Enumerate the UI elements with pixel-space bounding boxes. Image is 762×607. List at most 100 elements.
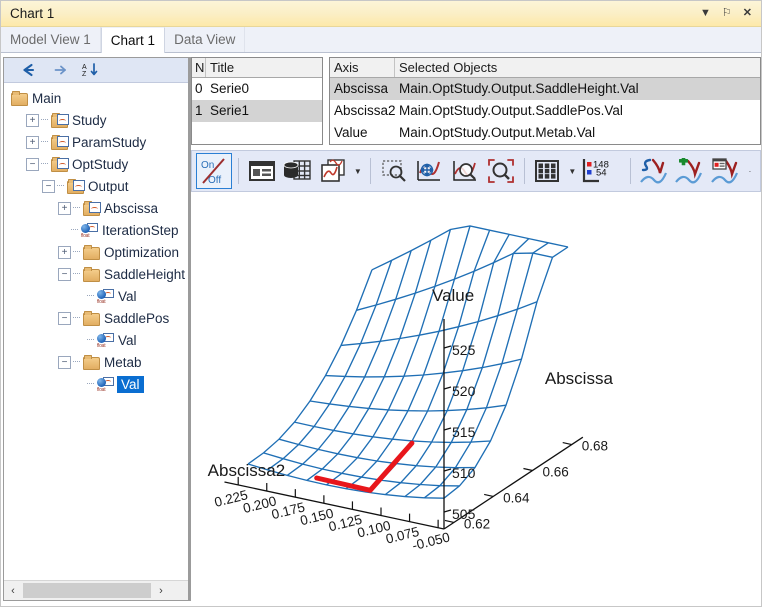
tree-expander-icon[interactable]: − <box>58 267 71 281</box>
tree-horizontal-scrollbar[interactable]: ‹ › <box>4 580 188 600</box>
tree-item-paramstudy[interactable]: + ParamStudy <box>4 131 188 153</box>
folder-chart-icon <box>50 156 69 172</box>
mesh-line-v <box>267 260 393 471</box>
axis-grid-header: Axis Selected Objects <box>330 58 760 78</box>
series-index: 1 <box>195 103 203 118</box>
abscissa-tick <box>523 467 533 472</box>
axis-name: Abscissa2 <box>334 103 395 118</box>
chart-badge-icon <box>57 113 69 125</box>
tree-item-iterationstep[interactable]: float IterationStep <box>4 219 188 241</box>
grid-toggle-button[interactable] <box>531 154 565 188</box>
folder-icon <box>82 266 100 282</box>
pan-chart-button[interactable] <box>412 154 446 188</box>
serie1-path[interactable] <box>314 440 415 493</box>
zoom-window-button[interactable] <box>448 154 482 188</box>
tree-item-label: Optimization <box>104 244 180 260</box>
table-row[interactable]: 0 Serie0 <box>192 78 322 100</box>
tree-expander-icon[interactable]: + <box>26 113 39 127</box>
tree-item-saddleheight[interactable]: − SaddleHeight <box>4 263 188 285</box>
copy-chart-button[interactable] <box>316 154 350 188</box>
tree-expander-icon[interactable]: + <box>58 201 71 215</box>
dropdown-icon[interactable]: ▼ <box>700 8 711 19</box>
tree-item-metab[interactable]: − Metab <box>4 351 188 373</box>
chart-badge-icon <box>57 157 69 169</box>
tree-expander-icon[interactable]: + <box>58 245 71 259</box>
abscissa-tick <box>484 493 494 498</box>
column-header-axis: Axis <box>330 58 395 77</box>
value-tick <box>443 468 452 472</box>
tree-item-main[interactable]: Main <box>4 87 188 109</box>
tree-item-label: Metab <box>104 354 142 370</box>
column-header-selected-objects: Selected Objects <box>399 60 498 75</box>
value-tick <box>443 427 452 431</box>
tree-connector <box>41 119 48 121</box>
float-sphere-glyph <box>97 333 106 343</box>
legend-counts-button[interactable]: 148 54 <box>580 154 624 188</box>
tree-expander-icon[interactable]: − <box>26 157 39 171</box>
chart-badge-icon <box>73 179 85 191</box>
tree-item-output[interactable]: − Output <box>4 175 188 197</box>
axis-object-path: Main.OptStudy.Output.Metab.Val <box>399 125 596 140</box>
surface-mesh <box>247 225 569 499</box>
edit-curve-button[interactable] <box>637 154 671 188</box>
value-tick-label: 525 <box>452 342 476 358</box>
tab-model-view-1[interactable]: Model View 1 <box>1 27 101 52</box>
float-variable-icon: float <box>96 288 114 305</box>
chart-badge-icon <box>57 135 69 147</box>
object-tree[interactable]: Main + Study + ParamStudy − OptStudy − Output + Ab… <box>4 83 188 580</box>
curve-properties-button[interactable] <box>708 154 742 188</box>
tree-expander-icon[interactable]: − <box>42 179 55 193</box>
chevron-down-icon[interactable]: ▼ <box>566 154 578 188</box>
scroll-right-icon[interactable]: › <box>152 581 170 600</box>
add-curve-button[interactable] <box>673 154 707 188</box>
tree-item-val[interactable]: float Val <box>4 373 188 395</box>
scroll-left-icon[interactable]: ‹ <box>4 581 22 600</box>
tab-data-view[interactable]: Data View <box>165 27 246 52</box>
tree-item-optstudy[interactable]: − OptStudy <box>4 153 188 175</box>
surface-plot-3d[interactable]: -0.0500.0750.1000.1250.1500.1750.2000.22… <box>191 197 761 585</box>
series-grid[interactable]: N Title 0 Serie0 1 Serie1 <box>191 57 323 145</box>
tree-item-val[interactable]: float Val <box>4 329 188 351</box>
forward-arrow-icon[interactable] <box>51 62 68 79</box>
scroll-thumb[interactable] <box>23 583 151 598</box>
tree-expander-icon[interactable]: + <box>26 135 39 149</box>
table-row[interactable]: Abscissa Main.OptStudy.Output.SaddleHeig… <box>330 78 760 100</box>
float-type-label: float <box>97 298 106 305</box>
value-tick <box>443 509 452 513</box>
on-off-toggle-button[interactable]: On Off <box>196 153 232 189</box>
axis-grid[interactable]: Axis Selected Objects Abscissa Main.OptS… <box>329 57 761 145</box>
window-controls: ▼ ⚐ ✕ <box>700 8 761 19</box>
sort-az-icon[interactable]: A Z <box>82 62 99 79</box>
data-source-button[interactable] <box>280 154 314 188</box>
axis-object-path: Main.OptStudy.Output.SaddleHeight.Val <box>399 81 639 96</box>
folder-shape <box>83 244 100 260</box>
tree-expander-icon[interactable]: − <box>58 355 71 369</box>
tree-item-saddlepos[interactable]: − SaddlePos <box>4 307 188 329</box>
tree-item-val[interactable]: float Val <box>4 285 188 307</box>
back-arrow-icon[interactable] <box>20 62 37 79</box>
tab-chart-1[interactable]: Chart 1 <box>100 27 166 53</box>
zoom-select-button[interactable] <box>377 154 411 188</box>
close-icon[interactable]: ✕ <box>743 8 752 19</box>
table-row[interactable]: 1 Serie1 <box>192 100 322 122</box>
tree-item-abscissa[interactable]: + Abscissa <box>4 197 188 219</box>
table-row[interactable]: Abscissa2 Main.OptStudy.Output.SaddlePos… <box>330 100 760 122</box>
tree-connector <box>87 339 94 341</box>
tree-item-optimization[interactable]: + Optimization <box>4 241 188 263</box>
chart-canvas[interactable]: -0.050 0.075 0.100 0.125 0.150 0.175 0.200 0.22… <box>191 197 761 585</box>
pin-icon[interactable]: ⚐ <box>722 8 732 19</box>
tree-item-label: Abscissa <box>104 200 159 216</box>
abscissa-tick-label: 0.66 <box>542 465 568 480</box>
chart-properties-button[interactable] <box>245 154 279 188</box>
toolbar-overflow-icon[interactable]: · <box>744 154 756 188</box>
tree-item-label: Val <box>118 332 137 348</box>
tree-expander-icon[interactable]: − <box>58 311 71 325</box>
table-row[interactable]: Value Main.OptStudy.Output.Metab.Val <box>330 122 760 144</box>
tree-connector <box>73 251 80 253</box>
tree-item-label: SaddlePos <box>104 310 170 326</box>
zoom-fit-button[interactable] <box>484 154 518 188</box>
abscissa-tick-label: 0.68 <box>582 439 608 454</box>
tree-item-study[interactable]: + Study <box>4 109 188 131</box>
chart-editor-panel: N Title 0 Serie0 1 Serie1 Axis Selected … <box>191 57 761 601</box>
chevron-down-icon[interactable]: ▼ <box>352 154 364 188</box>
